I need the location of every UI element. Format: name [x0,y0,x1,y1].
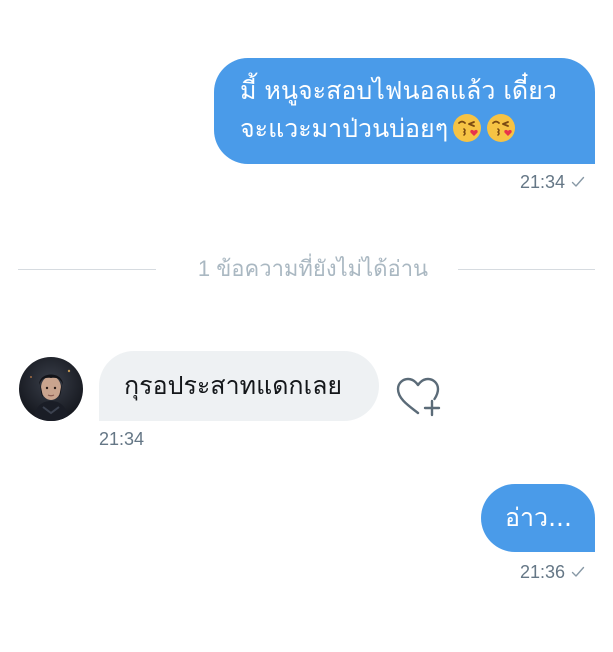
sender-avatar[interactable] [19,357,83,421]
unread-messages-divider: 1 ข้อความที่ยังไม่ได้อ่าน [18,254,595,284]
message-text-line: จะแวะมาป่วนบ่อยๆ [240,114,449,143]
message-meta: 21:34 [99,429,144,450]
divider-line-left [18,269,156,270]
message-meta: 21:34 [520,172,585,193]
message-timestamp: 21:34 [520,172,566,192]
kissing-face-with-heart-icon [453,114,482,142]
incoming-message-bubble[interactable]: กุรอประสาทแดกเลย [99,351,379,421]
message-text-line: มี้ หนูจะสอบไฟนอลแล้ว เดี๋ยว [240,76,557,105]
sent-check-icon [571,176,585,187]
sent-check-icon [571,566,585,577]
outgoing-message-bubble[interactable]: อ่าว... [481,484,595,552]
avatar-photo [19,357,83,421]
unread-messages-label: 1 ข้อความที่ยังไม่ได้อ่าน [197,256,429,281]
outgoing-message-bubble[interactable]: มี้ หนูจะสอบไฟนอลแล้ว เดี๋ยว จะแวะมาป่วน… [214,58,595,164]
heart-add-icon[interactable] [395,376,445,418]
message-text-line-with-emoji: จะแวะมาป่วนบ่อยๆ [240,110,577,148]
message-text: อ่าว... [505,503,572,532]
kissing-face-with-heart-icon [487,114,516,142]
message-timestamp: 21:34 [99,429,145,449]
message-timestamp: 21:36 [520,562,566,582]
message-text: กุรอประสาทแดกเลย [124,371,343,400]
message-meta: 21:36 [520,562,585,583]
divider-line-right [458,269,595,270]
